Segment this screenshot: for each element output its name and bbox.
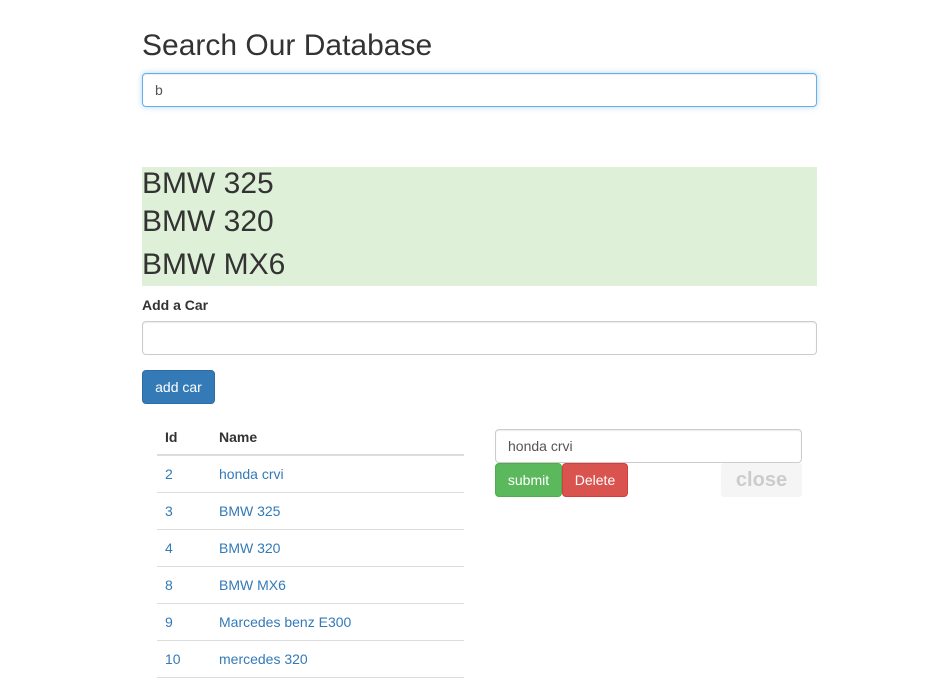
row-name-link[interactable]: mercedes 320 xyxy=(211,640,464,678)
row-id-link[interactable]: 8 xyxy=(157,566,211,604)
search-result-item: BMW 320 xyxy=(142,205,274,238)
search-result-item: BMW MX6 xyxy=(142,248,286,281)
table-row: 4 BMW 320 xyxy=(157,529,464,567)
add-car-input[interactable] xyxy=(142,321,817,355)
page-title: Search Our Database xyxy=(142,29,433,62)
table-row: 8 BMW MX6 xyxy=(157,566,464,604)
table-row: 10 mercedes 320 xyxy=(157,640,464,678)
row-name-link[interactable]: Marcedes benz E300 xyxy=(211,603,464,641)
row-name-link[interactable]: honda crvi xyxy=(211,455,464,493)
add-car-button[interactable]: add car xyxy=(142,370,215,404)
delete-button[interactable]: Delete xyxy=(562,463,628,497)
submit-button[interactable]: submit xyxy=(495,463,562,497)
row-name-link[interactable]: BMW 325 xyxy=(211,492,464,530)
row-name-link[interactable]: BMW MX6 xyxy=(211,566,464,604)
add-car-label: Add a Car xyxy=(142,297,209,313)
table-row: 2 honda crvi xyxy=(157,455,464,493)
column-header-name: Name xyxy=(211,419,464,456)
search-results: BMW 325 BMW 320 BMW MX6 xyxy=(142,167,817,286)
row-id-link[interactable]: 3 xyxy=(157,492,211,530)
cars-table: Id Name 2 honda crvi 3 BMW 325 4 BMW 320… xyxy=(157,419,464,678)
row-id-link[interactable]: 10 xyxy=(157,640,211,678)
row-id-link[interactable]: 9 xyxy=(157,603,211,641)
row-id-link[interactable]: 2 xyxy=(157,455,211,493)
search-result-item: BMW 325 xyxy=(142,167,274,200)
row-id-link[interactable]: 4 xyxy=(157,529,211,567)
table-row: 9 Marcedes benz E300 xyxy=(157,603,464,641)
edit-car-input[interactable] xyxy=(495,429,802,463)
table-header-row: Id Name xyxy=(157,419,464,456)
column-header-id: Id xyxy=(157,419,211,456)
row-name-link[interactable]: BMW 320 xyxy=(211,529,464,567)
search-input[interactable] xyxy=(142,73,817,107)
table-row: 3 BMW 325 xyxy=(157,492,464,530)
close-button[interactable]: close xyxy=(721,463,802,497)
